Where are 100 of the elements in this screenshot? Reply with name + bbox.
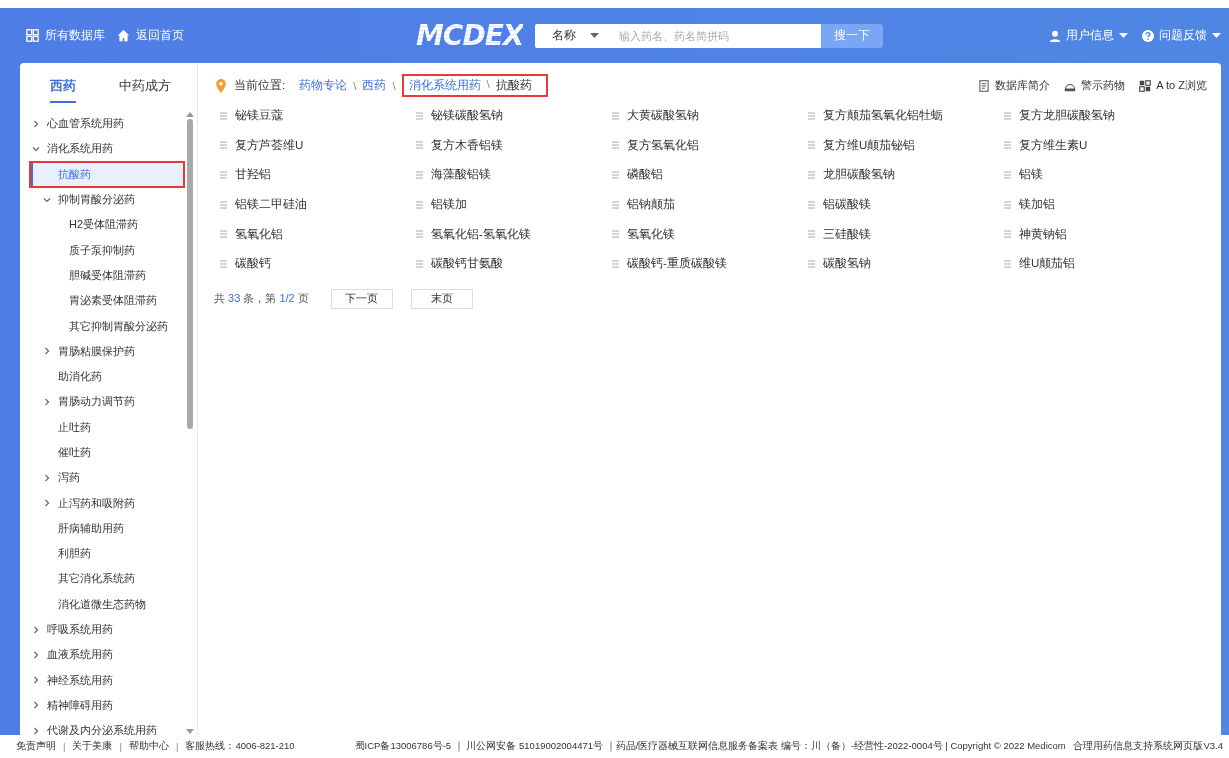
tree-item[interactable]: 催吐药: [30, 439, 184, 466]
menu-dropdown[interactable]: 用户信息: [1049, 27, 1128, 44]
nav-link[interactable]: 所有数据库: [26, 27, 105, 44]
tree-item[interactable]: 胃肠粘膜保护药: [30, 338, 184, 364]
drug-link[interactable]: 碳酸钙甘氨酸: [410, 248, 606, 279]
drug-link[interactable]: 铝镁二甲硅油: [214, 189, 410, 220]
tree-item[interactable]: 利胆药: [30, 541, 184, 567]
list-icon: [220, 200, 227, 209]
field-select[interactable]: 名称: [535, 23, 616, 48]
breadcrumb-link[interactable]: 西药: [362, 78, 387, 93]
tree-item[interactable]: 止吐药: [30, 414, 184, 440]
drug-link[interactable]: 复方木香铝镁: [410, 130, 606, 161]
list-icon: [220, 171, 227, 179]
drug-link[interactable]: 碳酸钙: [214, 248, 410, 279]
drug-link[interactable]: 复方芦荟维U: [214, 130, 410, 161]
footer-link[interactable]: 免责声明: [16, 740, 56, 753]
breadcrumb-link[interactable]: 消化系统用药: [408, 78, 481, 93]
page-button[interactable]: 下一页: [330, 288, 393, 309]
footer-link[interactable]: 帮助中心: [128, 740, 169, 753]
tree-item[interactable]: 质子泵抑制药: [30, 237, 184, 263]
toolbar-link[interactable]: A to Z浏览: [1139, 78, 1207, 93]
caret-icon: [589, 33, 599, 38]
tree-item[interactable]: 止泻药和吸附药: [30, 490, 184, 516]
footer-separator: |: [175, 741, 179, 752]
tree-item[interactable]: 肝病辅助用药: [30, 515, 184, 542]
list-icon: [220, 111, 227, 120]
tree-item[interactable]: 精神障碍用药: [30, 692, 184, 719]
drug-link[interactable]: 镁加铝: [998, 189, 1194, 220]
drug-link[interactable]: 铋镁碳酸氢钠: [410, 101, 606, 131]
drug-link[interactable]: 复方维生素U: [998, 130, 1194, 161]
list-icon: [416, 171, 423, 179]
drug-link[interactable]: 复方龙胆碳酸氢钠: [998, 101, 1194, 131]
drug-link[interactable]: 复方氢氧化铝: [606, 130, 802, 161]
toolbar-link[interactable]: 数据库简介: [978, 78, 1051, 93]
tree-item[interactable]: 血液系统用药: [30, 642, 184, 668]
drug-link[interactable]: 铝镁加: [410, 189, 606, 220]
drug-link[interactable]: 铝镁: [998, 160, 1194, 190]
drug-link[interactable]: 甘羟铝: [214, 160, 410, 190]
hotline-text: 客服热线：4006-821-210: [185, 740, 295, 753]
help-icon: [1142, 29, 1154, 42]
nav-link[interactable]: 返回首页: [117, 27, 184, 44]
list-icon: [220, 259, 227, 268]
tree-item[interactable]: 泻药: [30, 465, 184, 491]
drug-link[interactable]: 复方颠茄氢氧化铝牡蛎: [802, 101, 998, 131]
drug-link[interactable]: 铝碳酸镁: [802, 189, 998, 220]
grid-icon: [26, 29, 39, 42]
drug-link[interactable]: 氢氧化镁: [606, 219, 802, 249]
search-field[interactable]: 输入药名、药名简拼码: [615, 23, 822, 48]
category-tab[interactable]: 西药: [49, 77, 76, 103]
tree-item[interactable]: 消化系统用药: [30, 136, 184, 162]
drug-link[interactable]: 氢氧化铝-氢氧化镁: [410, 219, 606, 249]
tree-item[interactable]: 心血管系统用药: [30, 111, 184, 137]
drug-link[interactable]: 复方维U颠茄铋铝: [802, 130, 998, 161]
drug-link[interactable]: 海藻酸铝镁: [410, 160, 606, 190]
caret-icon: [1212, 33, 1221, 38]
breadcrumb-link[interactable]: 抗酸药: [495, 78, 532, 93]
list-icon: [416, 141, 423, 150]
page-button[interactable]: 末页: [410, 288, 473, 309]
drug-link[interactable]: 三硅酸镁: [802, 219, 998, 249]
scroll-up-icon[interactable]: [185, 111, 194, 117]
category-tab[interactable]: 中药成方: [119, 77, 172, 103]
tree-item[interactable]: 神经系统用药: [30, 667, 184, 693]
tree-item[interactable]: 胆碱受体阻滞药: [30, 262, 184, 289]
drug-link[interactable]: 氢氧化铝: [214, 219, 410, 249]
tree-item[interactable]: 助消化药: [30, 363, 184, 390]
tree-item[interactable]: 其它抑制胃酸分泌药: [30, 313, 184, 339]
list-icon: [1004, 200, 1011, 209]
drug-link[interactable]: 大黄碳酸氢钠: [606, 101, 802, 131]
drug-link[interactable]: 神黄钠铝: [998, 219, 1194, 249]
drug-link[interactable]: 磷酸铝: [606, 160, 802, 190]
tree-item[interactable]: 消化道微生态药物: [30, 591, 184, 617]
tree-item[interactable]: 胃泌素受体阻滞药: [30, 288, 184, 314]
drug-link[interactable]: 铝钠颠茄: [606, 189, 802, 220]
drug-link[interactable]: 维U颠茄铝: [998, 248, 1194, 279]
tree-item[interactable]: 呼吸系统用药: [30, 616, 184, 643]
home-icon: [117, 29, 130, 42]
tree-item[interactable]: 抑制胃酸分泌药: [30, 186, 184, 213]
list-icon: [416, 259, 423, 268]
tree-item[interactable]: 胃肠动力调节药: [30, 389, 184, 415]
tree-item[interactable]: H2受体阻滞药: [30, 212, 184, 238]
tree-item[interactable]: 其它消化系统药: [30, 566, 184, 592]
drug-link[interactable]: 龙胆碳酸氢钠: [802, 160, 998, 190]
breadcrumb-separator: \: [486, 78, 490, 92]
toolbar-link[interactable]: 警示药物: [1064, 78, 1126, 93]
list-icon: [612, 111, 619, 120]
list-icon: [808, 171, 815, 179]
list-icon: [1004, 230, 1011, 239]
list-icon: [416, 230, 423, 239]
drug-link[interactable]: 碳酸钙-重质碳酸镁: [606, 248, 802, 279]
breadcrumb-link[interactable]: 药物专论: [299, 78, 348, 93]
tree-item[interactable]: 代谢及内分泌系统用药: [30, 718, 184, 735]
menu-dropdown[interactable]: 问题反馈: [1142, 27, 1221, 44]
list-icon: [808, 111, 815, 120]
scroll-down-icon[interactable]: [185, 729, 194, 735]
tree-item[interactable]: 抗酸药: [30, 161, 184, 187]
scrollbar[interactable]: [185, 111, 194, 735]
footer-link[interactable]: 关于美康: [72, 740, 113, 753]
drug-link[interactable]: 铋镁豆蔻: [214, 101, 410, 131]
list-icon: [612, 200, 619, 209]
drug-link[interactable]: 碳酸氢钠: [802, 248, 998, 279]
